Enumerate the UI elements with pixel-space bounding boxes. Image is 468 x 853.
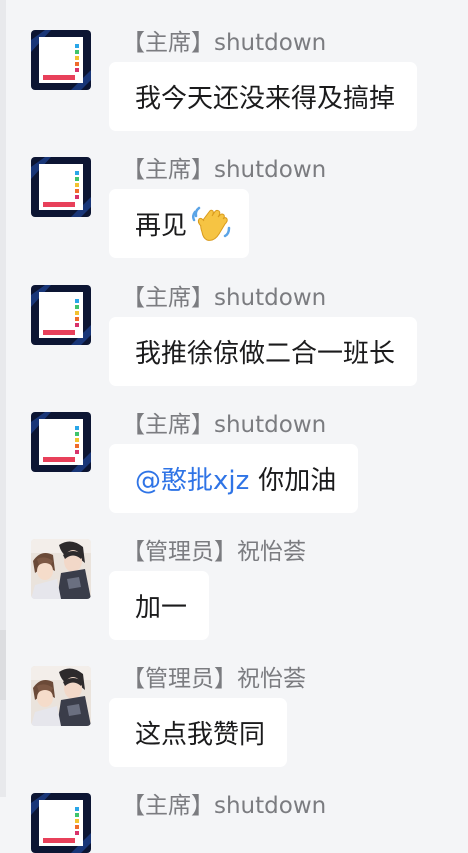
sender-name[interactable]: 【主席】shutdown <box>122 283 326 313</box>
message-text: 再见 <box>135 211 188 241</box>
avatar[interactable] <box>31 157 91 217</box>
sender-name[interactable]: 【主席】shutdown <box>122 791 326 821</box>
message-text: 我今天还没来得及搞掉 <box>135 84 396 114</box>
sender-name[interactable]: 【主席】shutdown <box>122 410 326 440</box>
message-bubble[interactable]: 再见 <box>109 189 250 258</box>
avatar[interactable] <box>31 793 91 853</box>
avatar[interactable] <box>31 285 91 345</box>
message-bubble[interactable]: 我推徐倞做二合一班长 <box>109 317 418 386</box>
message-bubble[interactable]: @憨批xjz 你加油 <box>109 444 359 513</box>
left-panel-segment <box>0 630 6 700</box>
avatar[interactable] <box>31 30 91 90</box>
message-bubble[interactable]: 这点我赞同 <box>109 698 288 767</box>
sender-name[interactable]: 【管理员】祝怡荟 <box>122 664 306 694</box>
message-bubble[interactable]: 加一 <box>109 571 210 640</box>
mention-link[interactable]: @憨批xjz <box>135 460 249 497</box>
message-text: 你加油 <box>258 466 337 496</box>
avatar[interactable] <box>31 539 91 599</box>
left-panel-edge <box>0 0 6 797</box>
sender-name[interactable]: 【主席】shutdown <box>122 28 326 58</box>
message-text: 加一 <box>135 593 188 623</box>
waving-hand-icon <box>191 206 231 241</box>
message-text: 我推徐倞做二合一班长 <box>135 339 396 369</box>
sender-name[interactable]: 【主席】shutdown <box>122 155 326 185</box>
message-bubble[interactable]: 我今天还没来得及搞掉 <box>109 62 418 131</box>
avatar[interactable] <box>31 666 91 726</box>
avatar[interactable] <box>31 412 91 472</box>
sender-name[interactable]: 【管理员】祝怡荟 <box>122 537 306 567</box>
message-text: 这点我赞同 <box>135 720 266 750</box>
